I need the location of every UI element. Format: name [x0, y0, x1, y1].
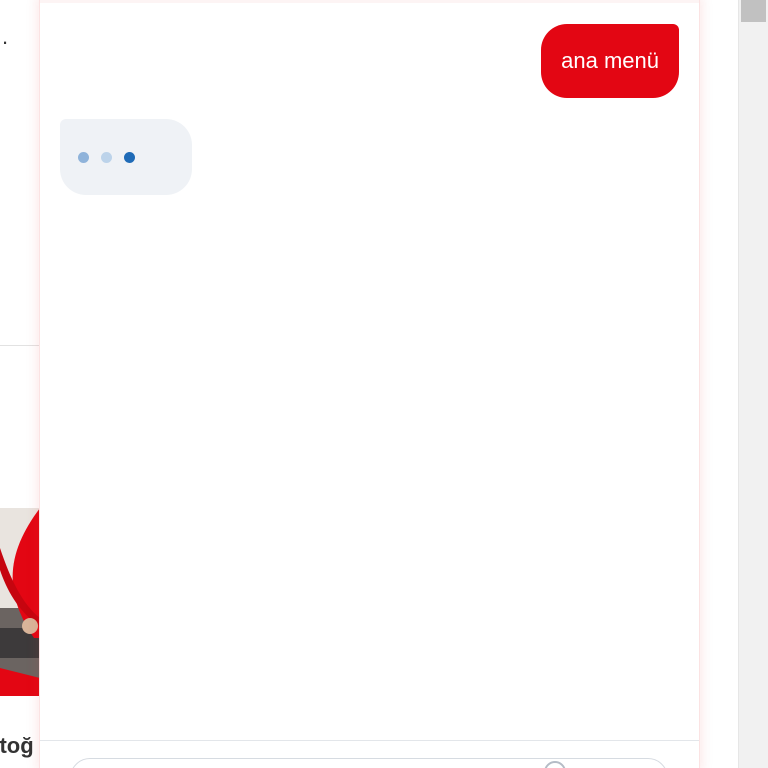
typing-dot-1 [78, 152, 89, 163]
composer-divider [40, 740, 699, 741]
background-thumbnail-image[interactable] [0, 508, 40, 696]
scrollbar-thumb[interactable] [741, 0, 766, 22]
user-message-text: ana menü [561, 48, 659, 73]
background-text-fragment: . [2, 24, 9, 49]
page-scrollbar[interactable] [738, 0, 768, 768]
background-divider [0, 345, 40, 346]
chat-panel: ana menü [40, 0, 699, 768]
background-caption[interactable]: otoğ [0, 733, 34, 759]
thumbnail-artwork [0, 508, 40, 696]
message-input[interactable] [70, 758, 668, 768]
typing-dot-2 [101, 152, 112, 163]
message-list: ana menü [40, 0, 699, 740]
user-message-bubble: ana menü [541, 24, 679, 98]
bot-typing-indicator [60, 119, 192, 195]
typing-dot-3 [124, 152, 135, 163]
viewport: . otoğ ana menü [0, 0, 768, 768]
